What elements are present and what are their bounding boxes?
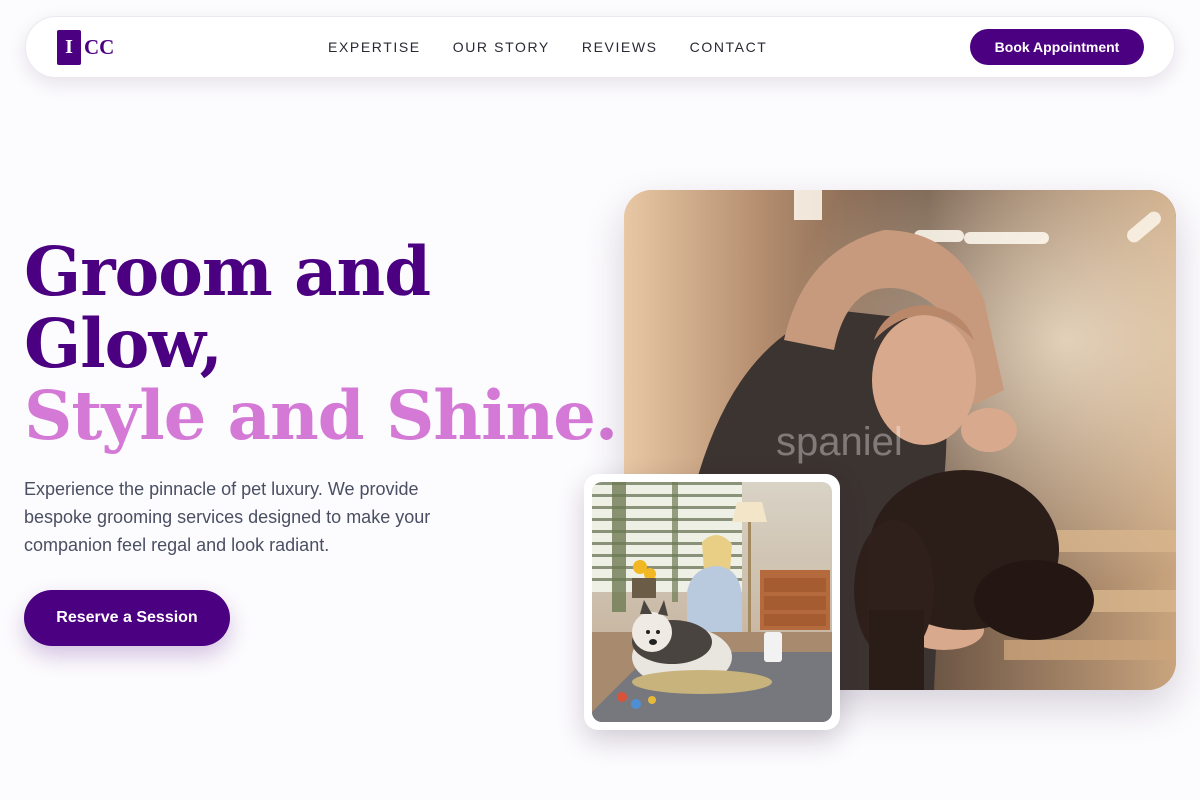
nav-link-contact[interactable]: CONTACT <box>690 39 768 55</box>
logo-text: CC <box>84 34 115 59</box>
hero-headline: Groom and Glow, Style and Shine. <box>24 232 618 455</box>
hero-description: Experience the pinnacle of pet luxury. W… <box>24 479 431 555</box>
woman-with-husky-photo <box>592 482 832 722</box>
brand-logo[interactable]: I CC <box>57 29 114 65</box>
nav-link-expertise[interactable]: EXPERTISE <box>328 39 421 55</box>
headline-line-2: Glow, <box>24 304 223 383</box>
nav-link-our-story[interactable]: OUR STORY <box>453 39 550 55</box>
headline-line-1: Groom and <box>24 232 431 311</box>
photo-watermark: spaniel <box>776 420 903 464</box>
top-navigation-bar: I CC EXPERTISE OUR STORY REVIEWS CONTACT… <box>25 16 1175 78</box>
reserve-session-button[interactable]: Reserve a Session <box>24 590 230 646</box>
nav-link-reviews[interactable]: REVIEWS <box>582 39 658 55</box>
inset-photo-frame <box>584 474 840 730</box>
book-appointment-button[interactable]: Book Appointment <box>970 29 1144 65</box>
logo-mark: I <box>57 29 81 65</box>
primary-nav-links: EXPERTISE OUR STORY REVIEWS CONTACT <box>328 39 799 55</box>
headline-line-3-accent: Style and Shine. <box>24 376 618 455</box>
